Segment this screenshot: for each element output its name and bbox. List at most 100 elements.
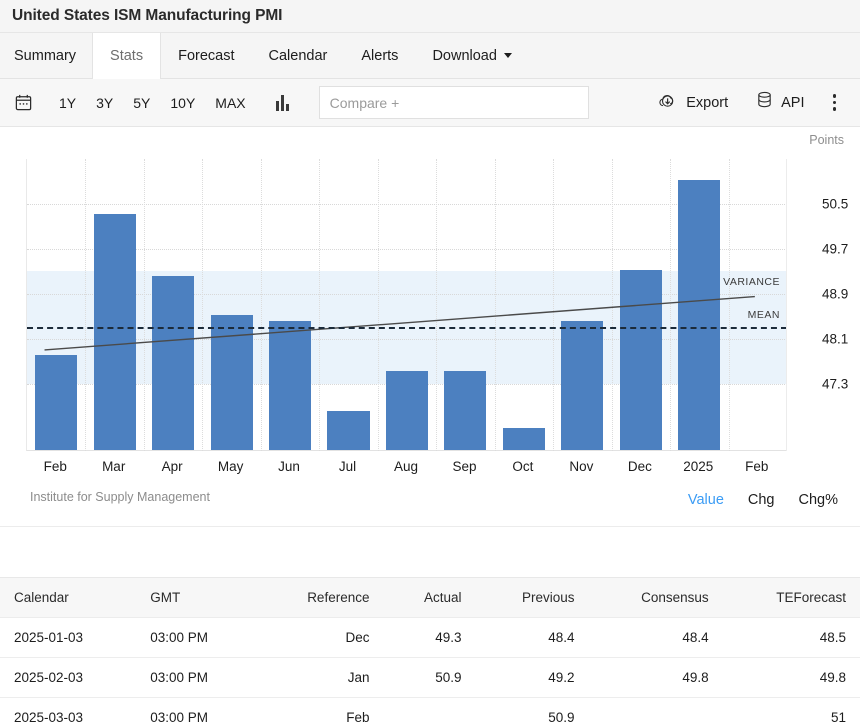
y-axis-tick: 47.3 — [822, 376, 848, 391]
x-axis-tick: Apr — [162, 459, 183, 474]
calendar-icon[interactable] — [14, 93, 33, 112]
tab-summary[interactable]: Summary — [0, 33, 92, 78]
export-button[interactable]: Export — [644, 93, 742, 113]
cell-teforecast: 51 — [723, 698, 860, 727]
tab-stats[interactable]: Stats — [92, 33, 161, 79]
cell-reference: Jan — [257, 658, 384, 698]
cell-calendar: 2025-01-03 — [0, 618, 136, 658]
cell-gmt: 03:00 PM — [136, 618, 256, 658]
series-toggle-chg[interactable]: Chg — [748, 492, 775, 508]
calendar-table: CalendarGMTReferenceActualPreviousConsen… — [0, 578, 860, 727]
y-axis-tick: 49.7 — [822, 241, 848, 256]
database-icon — [756, 91, 773, 114]
bar-chart-icon[interactable] — [276, 95, 289, 111]
tab-bar: Summary Stats Forecast Calendar Alerts Downlo… — [0, 33, 860, 79]
table-header-calendar[interactable]: Calendar — [0, 578, 136, 618]
x-axis-tick: Jul — [339, 459, 356, 474]
tab-forecast[interactable]: Forecast — [161, 33, 251, 78]
cell-gmt: 03:00 PM — [136, 698, 256, 727]
x-axis-tick: Nov — [569, 459, 593, 474]
spacer — [0, 527, 860, 577]
chart-card: Points MEAN VARIANCE Feb Mar Apr May Jun Jul Au… — [0, 127, 860, 527]
x-axis-tick: Oct — [512, 459, 533, 474]
cell-previous: 49.2 — [475, 658, 588, 698]
cell-consensus: 49.8 — [589, 658, 723, 698]
x-axis-tick: May — [218, 459, 244, 474]
range-selector: 1Y3Y5Y10YMAX — [51, 91, 254, 115]
series-toggle-chgpct[interactable]: Chg% — [799, 492, 839, 508]
page-title: United States ISM Manufacturing PMI — [12, 7, 282, 25]
compare-input[interactable] — [330, 95, 578, 111]
chart-toolbar: 1Y3Y5Y10YMAX Export — [0, 79, 860, 127]
tab-download[interactable]: Download — [415, 33, 529, 78]
cell-actual: 50.9 — [383, 658, 475, 698]
cell-reference: Feb — [257, 698, 384, 727]
range-button-5y[interactable]: 5Y — [125, 91, 158, 115]
x-axis-tick: Aug — [394, 459, 418, 474]
table-header-teforecast[interactable]: TEForecast — [723, 578, 860, 618]
x-axis-tick: Feb — [44, 459, 67, 474]
compare-input-wrapper[interactable] — [319, 86, 589, 119]
cell-reference: Dec — [257, 618, 384, 658]
x-axis-tick: Sep — [452, 459, 476, 474]
table-row[interactable]: 2025-01-0303:00 PMDec49.348.448.448.5 — [0, 618, 860, 658]
y-axis-line — [786, 159, 787, 451]
cell-teforecast: 49.8 — [723, 658, 860, 698]
y-axis-tick: 50.5 — [822, 196, 848, 211]
table-header-gmt[interactable]: GMT — [136, 578, 256, 618]
chart-plot-area: MEANVARIANCE FebMarAprMayJunJulAugSepOct… — [26, 159, 808, 451]
export-label: Export — [686, 95, 728, 111]
cell-previous: 48.4 — [475, 618, 588, 658]
cell-teforecast: 48.5 — [723, 618, 860, 658]
table-header-actual[interactable]: Actual — [383, 578, 475, 618]
calendar-table-wrapper: CalendarGMTReferenceActualPreviousConsen… — [0, 577, 860, 727]
range-button-10y[interactable]: 10Y — [162, 91, 203, 115]
chevron-down-icon — [504, 53, 512, 58]
cell-calendar: 2025-03-03 — [0, 698, 136, 727]
series-toggle-group: Value Chg Chg% — [688, 492, 838, 508]
range-button-3y[interactable]: 3Y — [88, 91, 121, 115]
cell-calendar: 2025-02-03 — [0, 658, 136, 698]
table-header-consensus[interactable]: Consensus — [589, 578, 723, 618]
x-axis-tick: Mar — [102, 459, 125, 474]
x-axis-tick: Dec — [628, 459, 652, 474]
cloud-download-icon — [658, 93, 678, 113]
cell-consensus — [589, 698, 723, 727]
tab-label: Summary — [14, 48, 76, 64]
y-axis-tick: 48.9 — [822, 286, 848, 301]
chart-source: Institute for Supply Management — [30, 490, 210, 504]
tab-alerts[interactable]: Alerts — [344, 33, 415, 78]
api-label: API — [781, 95, 804, 111]
x-axis-tick: Jun — [278, 459, 300, 474]
x-axis-tick: Feb — [745, 459, 768, 474]
x-axis-tick: 2025 — [683, 459, 713, 474]
tab-calendar[interactable]: Calendar — [252, 33, 345, 78]
variance-label: VARIANCE — [723, 276, 780, 288]
tab-label: Download — [432, 48, 497, 64]
table-row[interactable]: 2025-02-0303:00 PMJan50.949.249.849.8 — [0, 658, 860, 698]
tab-label: Calendar — [269, 48, 328, 64]
y-axis-tick: 48.1 — [822, 331, 848, 346]
cell-previous: 50.9 — [475, 698, 588, 727]
chart-unit-label: Points — [809, 133, 844, 147]
range-button-1y[interactable]: 1Y — [51, 91, 84, 115]
series-toggle-value[interactable]: Value — [688, 492, 724, 508]
tab-label: Alerts — [361, 48, 398, 64]
cell-consensus: 48.4 — [589, 618, 723, 658]
api-button[interactable]: API — [742, 91, 818, 114]
range-button-max[interactable]: MAX — [207, 91, 253, 115]
table-row[interactable]: 2025-03-0303:00 PMFeb 50.9 51 — [0, 698, 860, 727]
mean-line — [27, 327, 787, 329]
page-header: United States ISM Manufacturing PMI — [0, 0, 860, 33]
cell-actual — [383, 698, 475, 727]
table-header-previous[interactable]: Previous — [475, 578, 588, 618]
trend-line — [27, 159, 787, 451]
table-header-reference[interactable]: Reference — [257, 578, 384, 618]
table-header-row: CalendarGMTReferenceActualPreviousConsen… — [0, 578, 860, 618]
cell-gmt: 03:00 PM — [136, 658, 256, 698]
mean-label: MEAN — [748, 309, 780, 321]
kebab-menu-icon[interactable] — [819, 94, 847, 111]
tab-label: Forecast — [178, 48, 234, 64]
tab-label: Stats — [110, 48, 143, 64]
cell-actual: 49.3 — [383, 618, 475, 658]
